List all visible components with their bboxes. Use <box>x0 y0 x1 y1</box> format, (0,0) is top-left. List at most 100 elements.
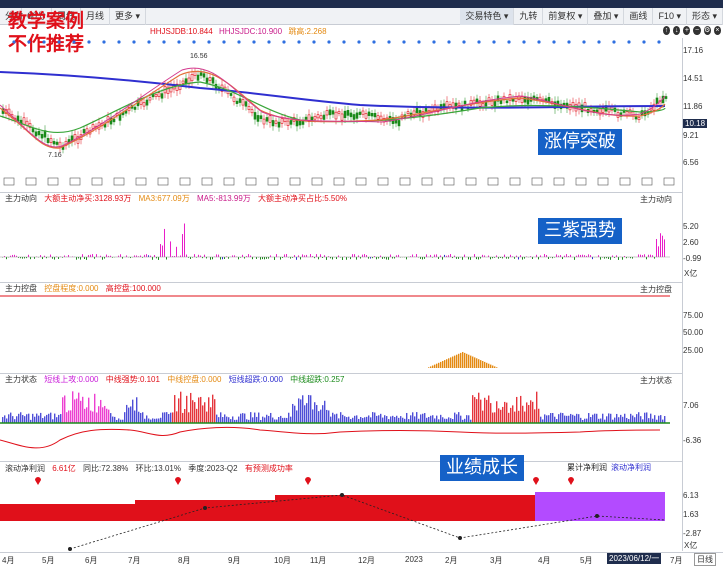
state-bar <box>194 402 195 423</box>
pattern-dropdown[interactable]: 形态 ▾ <box>687 8 723 25</box>
flow-bar <box>468 257 469 259</box>
state-bar <box>420 414 421 423</box>
flow-bar <box>556 254 557 257</box>
state-bar <box>284 418 285 423</box>
candle-body <box>272 120 274 126</box>
candle-body <box>86 129 88 133</box>
candle-body <box>593 110 595 112</box>
adjust-dropdown[interactable]: 前复权 ▾ <box>543 8 588 25</box>
flow-bar <box>328 256 329 257</box>
state-bar <box>88 398 89 423</box>
draw-line-button[interactable]: 画线 <box>624 8 653 25</box>
f10-dropdown[interactable]: F10 ▾ <box>653 8 687 25</box>
flow-bar <box>440 255 441 257</box>
panel1-title: 主力动向 大额主动净买:3128.93万 MA3:677.09万 MA5:-81… <box>0 193 723 204</box>
flow-bar <box>174 256 175 257</box>
state-bar <box>178 398 179 423</box>
state-bar <box>164 412 165 423</box>
zoom-out-icon[interactable]: − <box>693 26 700 35</box>
state-bar <box>26 414 27 423</box>
overlay-dropdown[interactable]: 叠加 ▾ <box>588 8 624 25</box>
settings-icon[interactable]: ⚙ <box>704 26 711 35</box>
state-bar <box>172 412 173 423</box>
state-bar <box>126 405 127 423</box>
flow-bar <box>386 257 387 260</box>
state-bar <box>418 419 419 423</box>
state-bar <box>460 416 461 423</box>
panel4-name: 滚动净利润 <box>5 464 45 473</box>
state-bar <box>134 411 135 423</box>
legend-cumulative[interactable]: 累计净利润 <box>567 462 607 474</box>
flow-bar <box>286 254 287 257</box>
flow-bar <box>170 241 171 257</box>
state-bar <box>262 417 263 423</box>
flow-bar <box>664 239 665 257</box>
candle-body <box>536 97 538 100</box>
state-bar <box>196 409 197 423</box>
state-bar <box>356 415 357 423</box>
state-bar <box>312 409 313 423</box>
flow-bar <box>250 256 251 257</box>
panel2-tick: 25.00 <box>683 346 703 355</box>
state-bar <box>200 397 201 423</box>
state-bar <box>322 405 323 423</box>
candle-body <box>356 113 358 119</box>
trade-feature-dropdown[interactable]: 交易特色 ▾ <box>460 8 514 25</box>
zoom-in-icon[interactable]: + <box>683 26 690 35</box>
flow-bar <box>176 247 177 257</box>
state-bar <box>654 415 655 423</box>
candle-body <box>245 102 247 107</box>
candle-body <box>224 87 226 90</box>
candle-body <box>575 104 577 111</box>
panel4-forecast: 有预测成功率 <box>245 464 293 473</box>
candle-body <box>470 100 472 105</box>
close-icon[interactable]: × <box>714 26 721 35</box>
state-bar <box>86 407 87 423</box>
state-bar <box>40 413 41 423</box>
down-icon[interactable]: ↓ <box>673 26 680 35</box>
nine-turn-button[interactable]: 九转 <box>514 8 543 25</box>
flow-bar <box>624 256 625 257</box>
control-bar <box>440 362 441 368</box>
state-bar <box>180 392 181 423</box>
candle-body <box>560 104 562 109</box>
flow-bar <box>336 257 337 259</box>
candle-body <box>305 117 307 119</box>
period-more-dropdown[interactable]: 更多 ▾ <box>110 8 146 25</box>
event-tag <box>290 178 300 185</box>
legend-rolling[interactable]: 滚动净利润 <box>611 462 651 474</box>
flow-bar <box>584 255 585 257</box>
state-bar <box>208 397 209 423</box>
flow-bar <box>102 257 103 260</box>
date-tick: 11月 <box>310 555 326 566</box>
flow-bar <box>188 257 189 258</box>
period-tab-month[interactable]: 月线 <box>81 8 110 25</box>
candle-body <box>524 97 526 102</box>
event-tag <box>202 178 212 185</box>
up-icon[interactable]: ↑ <box>663 26 670 35</box>
state-bar <box>560 413 561 423</box>
panel2-title: 主力控盘 控盘程度:0.000 高控盘:100.000 <box>0 283 723 294</box>
flow-bar <box>142 257 143 258</box>
panel1-ma3: MA3:677.09万 <box>139 194 190 203</box>
candle-body <box>608 106 610 112</box>
candle-body <box>278 122 280 127</box>
state-bar <box>608 413 609 423</box>
flow-bar <box>112 257 113 258</box>
period-daily-button[interactable]: 日线 <box>694 553 716 566</box>
state-bar <box>372 412 373 423</box>
state-bar <box>366 417 367 423</box>
candle-body <box>374 113 376 117</box>
control-bar <box>436 364 437 368</box>
ma-long-line <box>0 72 665 108</box>
signal-dot <box>282 40 285 43</box>
flow-bar <box>544 254 545 257</box>
candle-body <box>551 102 553 104</box>
state-bar <box>358 419 359 423</box>
state-bar <box>624 414 625 423</box>
candle-body <box>35 132 37 136</box>
state-bar <box>156 419 157 423</box>
flow-bar <box>600 257 601 260</box>
flow-bar <box>332 257 333 259</box>
state-bar <box>626 418 627 423</box>
